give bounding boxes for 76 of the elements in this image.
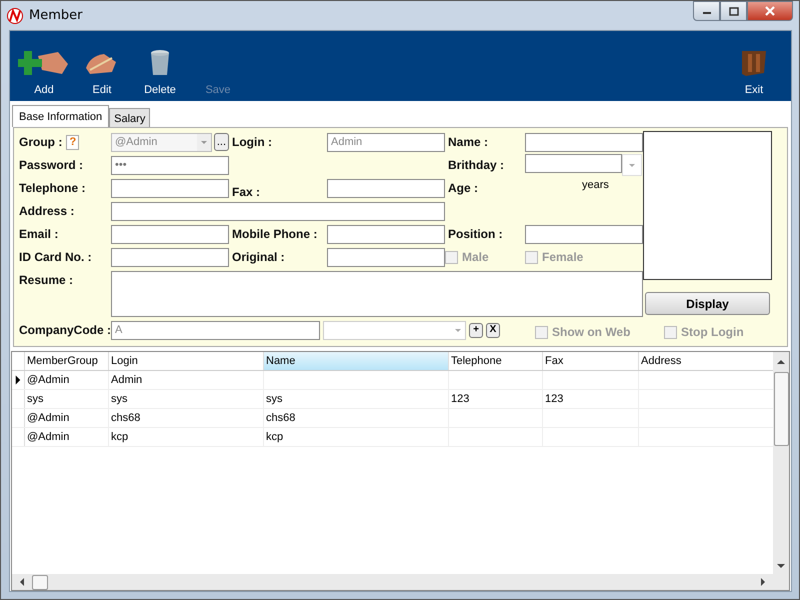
field-label: Original : bbox=[231, 250, 286, 264]
fax-field[interactable] bbox=[327, 178, 445, 198]
table-cell: @Admin bbox=[25, 428, 109, 446]
maximize-icon bbox=[728, 6, 738, 16]
name-field[interactable] bbox=[525, 132, 643, 152]
id-card-field[interactable] bbox=[111, 248, 229, 266]
table-cell: chs68 bbox=[264, 409, 449, 427]
field-label: Address : bbox=[19, 204, 76, 218]
table-cell: Admin bbox=[109, 371, 264, 389]
age-unit: years bbox=[581, 178, 610, 191]
company-code-field[interactable]: A bbox=[111, 320, 320, 340]
close-button[interactable] bbox=[747, 1, 793, 21]
table-cell: sys bbox=[25, 390, 109, 408]
birthday-field[interactable] bbox=[525, 154, 622, 173]
dropdown-arrow-icon bbox=[629, 164, 635, 166]
field-label: Email : bbox=[19, 227, 60, 241]
toolbar-button[interactable]: Add bbox=[15, 48, 73, 96]
column-header[interactable]: Fax bbox=[543, 352, 639, 370]
table-cell: 123 bbox=[449, 390, 543, 408]
app-logo-icon bbox=[7, 8, 23, 24]
remove-button[interactable]: X bbox=[486, 322, 500, 338]
column-header[interactable]: MemberGroup bbox=[25, 352, 109, 370]
scroll-left-icon bbox=[18, 578, 26, 586]
table-cell: sys bbox=[109, 390, 264, 408]
field-label: Group : bbox=[19, 135, 62, 149]
toolbar-button[interactable]: Exit bbox=[725, 48, 783, 96]
field-label: ID Card No. : bbox=[19, 250, 93, 264]
address-field[interactable] bbox=[111, 202, 445, 220]
window-title: Member bbox=[29, 8, 82, 23]
field-label: Name : bbox=[447, 135, 490, 149]
table-cell: 123 bbox=[543, 390, 639, 408]
position-field[interactable] bbox=[525, 224, 643, 244]
vertical-scrollbar[interactable] bbox=[773, 352, 789, 590]
field-label: Position : bbox=[447, 227, 504, 241]
toolbar-button[interactable]: Delete bbox=[131, 48, 189, 96]
field-label: Brithday : bbox=[447, 158, 506, 172]
field-label: Login : bbox=[231, 135, 273, 149]
scroll-up-icon bbox=[777, 358, 785, 366]
field-label: Resume : bbox=[19, 272, 74, 287]
close-icon bbox=[764, 6, 776, 16]
dropdown-arrow-icon bbox=[455, 328, 461, 332]
add-button[interactable]: + bbox=[469, 322, 483, 338]
table-cell: kcp bbox=[264, 428, 449, 446]
field-label: Fax : bbox=[231, 185, 262, 199]
tab[interactable]: Salary bbox=[109, 108, 150, 127]
horizontal-scrollbar[interactable] bbox=[12, 574, 773, 590]
table-cell: chs68 bbox=[109, 409, 264, 427]
table-cell: kcp bbox=[109, 428, 264, 446]
toolbar-button[interactable]: Edit bbox=[73, 48, 131, 96]
column-header[interactable]: Telephone bbox=[449, 352, 543, 370]
display-button[interactable]: Display bbox=[645, 292, 770, 315]
telephone-field[interactable] bbox=[111, 178, 229, 198]
field-label: CompanyCode : bbox=[19, 323, 111, 337]
column-header[interactable]: Name bbox=[264, 352, 449, 370]
table-cell: @Admin bbox=[25, 371, 109, 389]
plus-hand-icon bbox=[18, 48, 70, 78]
field-label: Mobile Phone : bbox=[231, 227, 318, 241]
resume-field[interactable] bbox=[111, 271, 643, 317]
email-field[interactable] bbox=[111, 224, 229, 244]
scrollbar-thumb[interactable] bbox=[774, 372, 788, 446]
scroll-down-icon bbox=[777, 562, 785, 570]
original-field[interactable] bbox=[327, 248, 445, 266]
field-label: Age : bbox=[447, 181, 479, 195]
field-label: Password : bbox=[19, 158, 84, 172]
dropdown-arrow-icon bbox=[200, 140, 207, 144]
field-label: Telephone : bbox=[19, 181, 86, 195]
table-cell: sys bbox=[264, 390, 449, 408]
password-field[interactable]: ••• bbox=[111, 156, 229, 174]
mobile-phone-field[interactable] bbox=[327, 224, 445, 244]
tab[interactable]: Base Information bbox=[12, 105, 110, 127]
minimize-button[interactable] bbox=[693, 1, 720, 21]
current-row-icon bbox=[15, 375, 21, 385]
table-cell: @Admin bbox=[25, 409, 109, 427]
maximize-button[interactable] bbox=[720, 1, 747, 21]
scrollbar-thumb[interactable] bbox=[32, 574, 48, 590]
scroll-right-icon bbox=[759, 578, 767, 586]
